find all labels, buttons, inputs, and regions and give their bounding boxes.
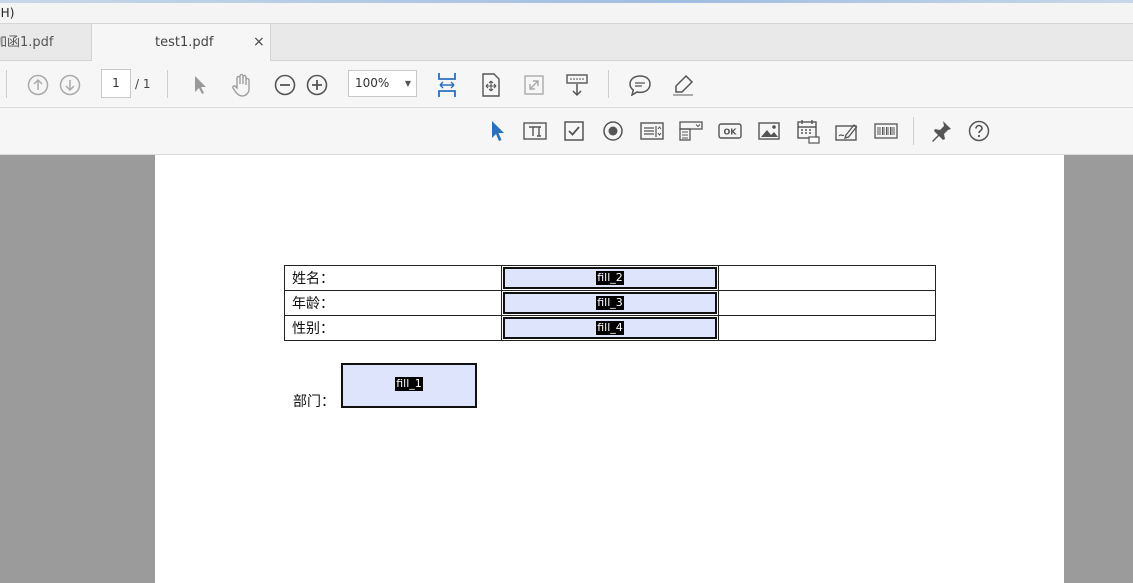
- svg-text:OK: OK: [724, 128, 738, 137]
- field-label-age: 年龄：: [284, 290, 502, 316]
- tab-document-1[interactable]: 加函1.pdf: [0, 24, 91, 61]
- toolbar-divider: [913, 117, 914, 145]
- radio-button-icon[interactable]: [601, 119, 625, 143]
- tab-label: 加函1.pdf: [0, 35, 54, 50]
- empty-cell: [718, 315, 936, 341]
- table-row: 年龄： fill_3: [284, 290, 936, 316]
- main-toolbar: 1 / 1 100% ▼: [0, 61, 1133, 108]
- field-name-label: fill_4: [596, 321, 624, 335]
- menu-item-help[interactable]: (H): [0, 6, 14, 20]
- arrow-down-circle-icon[interactable]: [58, 73, 82, 97]
- text-field-fill-1[interactable]: fill_1: [341, 363, 477, 408]
- form-cell: fill_2: [501, 265, 719, 291]
- zoom-out-icon[interactable]: [273, 73, 297, 97]
- field-label-name: 姓名：: [284, 265, 502, 291]
- text-field-fill-3[interactable]: fill_3: [503, 292, 717, 314]
- full-screen-icon[interactable]: [522, 73, 546, 97]
- text-field-fill-2[interactable]: fill_2: [503, 267, 717, 289]
- pin-icon[interactable]: [928, 119, 954, 143]
- zoom-select[interactable]: 100% ▼: [348, 70, 417, 97]
- field-label-department: 部门：: [293, 394, 335, 410]
- field-name-label: fill_2: [596, 271, 624, 285]
- dropdown-icon[interactable]: [678, 119, 704, 143]
- ok-button-icon[interactable]: OK: [717, 120, 743, 142]
- checkbox-icon[interactable]: [562, 119, 586, 143]
- pdf-editor-window: (H) 加函1.pdf test1.pdf × 1 / 1: [0, 0, 1133, 583]
- text-field-icon[interactable]: [522, 119, 548, 143]
- toolbar-divider: [608, 70, 609, 98]
- date-field-icon[interactable]: [795, 118, 821, 144]
- empty-cell: [718, 265, 936, 291]
- tab-label: test1.pdf: [155, 35, 214, 50]
- tab-test1[interactable]: test1.pdf ×: [91, 24, 271, 62]
- highlight-icon[interactable]: [670, 72, 696, 98]
- menu-bar: (H): [0, 3, 1133, 24]
- help-icon[interactable]: [967, 119, 991, 143]
- barcode-icon[interactable]: [873, 120, 899, 142]
- table-row: 性别： fill_4: [284, 315, 936, 341]
- field-name-label: fill_3: [596, 296, 624, 310]
- fit-width-icon[interactable]: [435, 70, 459, 100]
- form-cell: fill_3: [501, 290, 719, 316]
- chevron-down-icon: ▼: [404, 79, 411, 88]
- read-mode-icon[interactable]: [564, 72, 590, 98]
- zoom-in-icon[interactable]: [305, 73, 329, 97]
- page-number-input[interactable]: 1: [101, 69, 131, 98]
- form-cell: fill_4: [501, 315, 719, 341]
- toolbar-divider: [6, 70, 7, 98]
- close-icon[interactable]: ×: [253, 24, 265, 61]
- document-tab-bar: 加函1.pdf test1.pdf ×: [0, 24, 1133, 62]
- form-table: 姓名： fill_2 年龄： fill_3 性别： fill_4: [284, 265, 936, 341]
- hand-icon[interactable]: [229, 72, 255, 98]
- pdf-page[interactable]: 姓名： fill_2 年龄： fill_3 性别： fill_4 部门： fil…: [155, 155, 1064, 583]
- image-field-icon[interactable]: [756, 120, 782, 142]
- form-toolbar: OK: [0, 108, 1133, 155]
- select-pointer-icon[interactable]: [486, 119, 508, 143]
- field-label-gender: 性别：: [284, 315, 502, 341]
- comment-icon[interactable]: [627, 73, 653, 97]
- page-total-label: / 1: [135, 77, 151, 91]
- list-box-icon[interactable]: [639, 119, 665, 143]
- text-field-fill-4[interactable]: fill_4: [503, 317, 717, 339]
- arrow-up-circle-icon[interactable]: [26, 73, 50, 97]
- table-row: 姓名： fill_2: [284, 265, 936, 291]
- select-pointer-icon[interactable]: [189, 73, 211, 97]
- document-workspace[interactable]: 姓名： fill_2 年龄： fill_3 性别： fill_4 部门： fil…: [0, 155, 1133, 583]
- field-name-label: fill_1: [395, 376, 423, 391]
- empty-cell: [718, 290, 936, 316]
- zoom-value: 100%: [355, 76, 390, 90]
- toolbar-divider: [167, 70, 168, 98]
- fit-page-icon[interactable]: [479, 72, 503, 98]
- signature-field-icon[interactable]: [834, 119, 860, 143]
